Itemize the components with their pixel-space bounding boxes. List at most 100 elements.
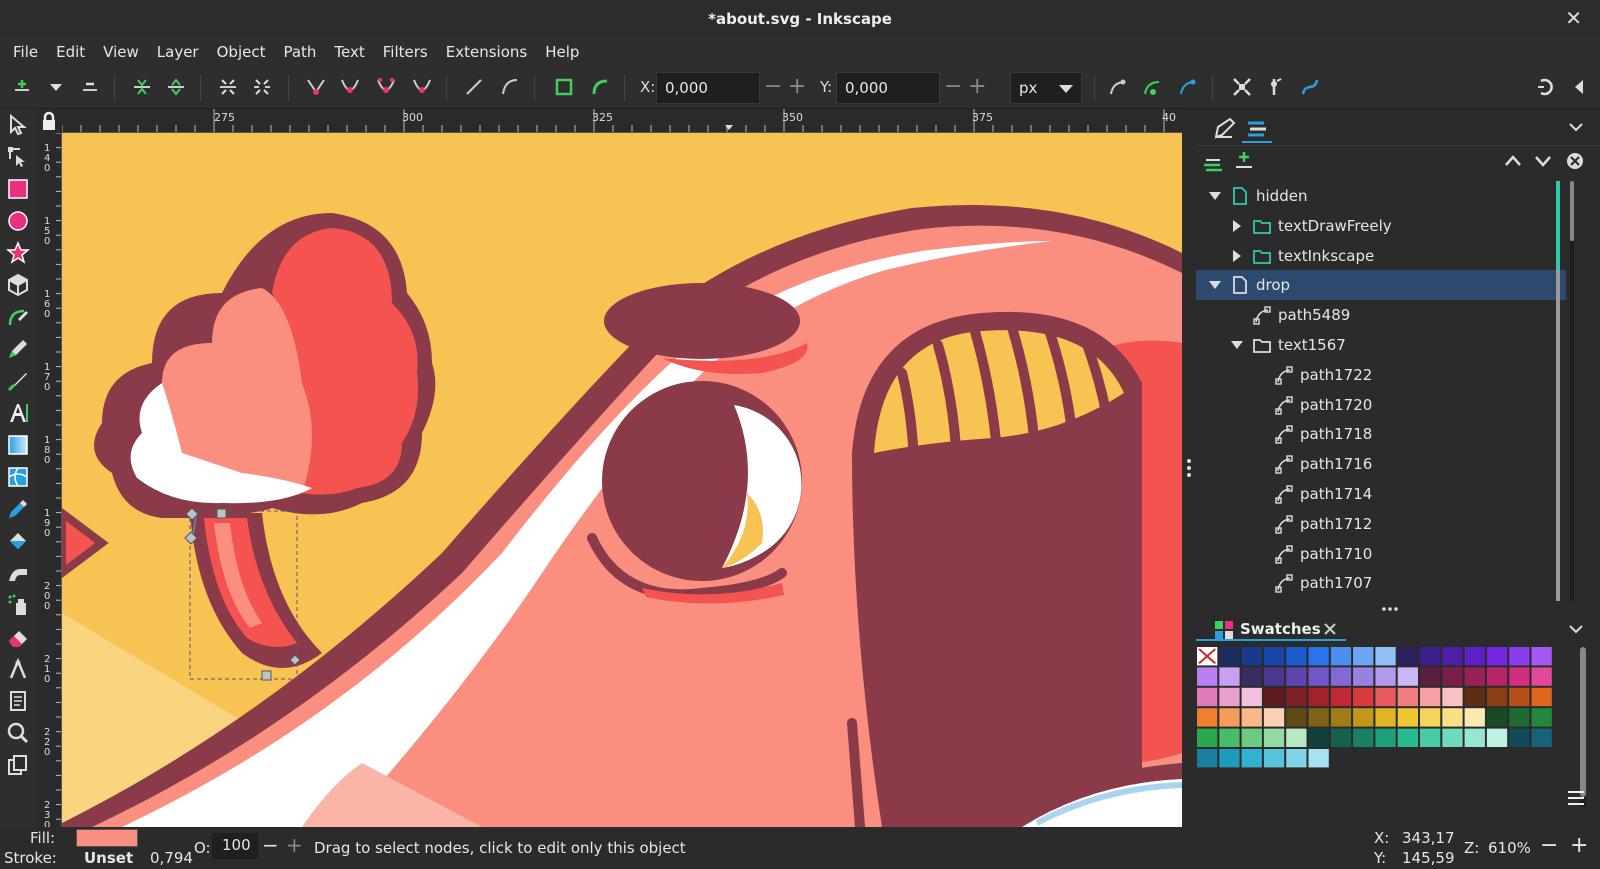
swatch[interactable]	[1375, 728, 1396, 747]
layer-row-textDrawFreely[interactable]: textDrawFreely	[1196, 211, 1566, 241]
3d-box-tool-icon[interactable]	[6, 273, 30, 297]
swatch[interactable]	[1353, 728, 1374, 747]
swatch[interactable]	[1420, 647, 1441, 666]
layer-row-path1714[interactable]: path1714	[1196, 479, 1566, 509]
ellipse-tool-icon[interactable]	[6, 209, 30, 233]
vertical-ruler[interactable]: 140150160170180190200210220230	[36, 133, 62, 827]
zoom-tool-icon[interactable]	[6, 721, 30, 745]
panel-resize-handle-icon[interactable]	[1380, 605, 1400, 613]
swatch[interactable]	[1420, 667, 1441, 686]
show-path-outline-icon[interactable]	[1176, 75, 1200, 99]
pencil-tool-icon[interactable]	[6, 337, 30, 361]
swatch[interactable]	[1442, 708, 1463, 727]
swatch[interactable]	[1263, 728, 1285, 747]
y-coordinate-input[interactable]: 0,000	[836, 72, 940, 104]
swatch[interactable]	[1241, 728, 1262, 747]
swatch[interactable]	[1197, 749, 1218, 768]
pen-tool-icon[interactable]	[6, 305, 30, 329]
menu-path[interactable]: Path	[274, 43, 325, 61]
swatch[interactable]	[1486, 728, 1508, 747]
text-tool-icon[interactable]	[6, 401, 30, 425]
tweak-tool-icon[interactable]	[6, 561, 30, 585]
stroke-to-path-icon[interactable]	[588, 75, 612, 99]
swatch[interactable]	[1464, 667, 1485, 686]
swatch[interactable]	[1397, 667, 1418, 686]
tab-swatches[interactable]: Swatches	[1196, 617, 1346, 641]
menu-text[interactable]: Text	[325, 43, 373, 61]
swatch[interactable]	[1420, 687, 1441, 707]
eraser-tool-icon[interactable]	[6, 625, 30, 649]
insert-node-icon[interactable]	[10, 75, 34, 99]
swatch[interactable]	[1509, 708, 1530, 727]
swatch[interactable]	[1219, 647, 1240, 666]
swatch[interactable]	[1486, 667, 1508, 686]
swatch[interactable]	[1464, 708, 1485, 727]
swatch[interactable]	[1375, 647, 1396, 666]
opacity-input[interactable]: 100	[212, 833, 258, 859]
swatch[interactable]	[1397, 708, 1418, 727]
menu-help[interactable]: Help	[536, 43, 588, 61]
collapse-toolbar-icon[interactable]	[1568, 75, 1592, 99]
swatch[interactable]	[1442, 687, 1463, 707]
canvas-lock[interactable]	[36, 109, 62, 133]
swatch[interactable]	[1509, 667, 1530, 686]
swatch[interactable]	[1509, 647, 1530, 666]
insert-node-dropdown-icon[interactable]	[44, 75, 68, 99]
stroke-width-value[interactable]: 0,794	[150, 849, 193, 867]
join-segment-icon[interactable]	[216, 75, 240, 99]
delete-node-icon[interactable]	[78, 75, 102, 99]
swatch[interactable]	[1397, 728, 1418, 747]
expand-down-icon[interactable]	[1230, 338, 1244, 352]
show-transform-handles-icon[interactable]	[1106, 75, 1130, 99]
tab-layers-objects[interactable]	[1242, 115, 1272, 143]
node-auto-smooth-icon[interactable]	[410, 75, 434, 99]
swatch[interactable]	[1286, 728, 1307, 747]
swatch[interactable]	[1263, 647, 1285, 666]
swatch[interactable]	[1197, 708, 1218, 727]
swatch[interactable]	[1219, 687, 1240, 707]
swatch[interactable]	[1330, 667, 1352, 686]
zoom-out-button[interactable]: −	[1540, 833, 1558, 858]
swatch[interactable]	[1308, 667, 1329, 686]
swatch[interactable]	[1308, 749, 1329, 768]
swatch[interactable]	[1531, 708, 1552, 727]
swatch[interactable]	[1509, 687, 1530, 707]
swatch[interactable]	[1286, 749, 1307, 768]
swatch[interactable]	[1263, 749, 1285, 768]
zoom-value[interactable]: 610%	[1488, 839, 1531, 857]
swatch[interactable]	[1263, 687, 1285, 707]
selector-tool-icon[interactable]	[6, 113, 30, 137]
mesh-tool-icon[interactable]	[6, 465, 30, 489]
swatch[interactable]	[1219, 728, 1240, 747]
swatch[interactable]	[1219, 749, 1240, 768]
swatch[interactable]	[1420, 708, 1441, 727]
calligraphy-tool-icon[interactable]	[6, 369, 30, 393]
layer-row-text1567[interactable]: text1567	[1196, 330, 1566, 360]
measure-tool-icon[interactable]	[6, 753, 30, 777]
layer-row-path1716[interactable]: path1716	[1196, 449, 1566, 479]
swatch[interactable]	[1464, 647, 1485, 666]
swatch[interactable]	[1531, 687, 1552, 707]
swatch[interactable]	[1308, 647, 1329, 666]
layer-row-path1707[interactable]: path1707	[1196, 568, 1566, 598]
swatch[interactable]	[1197, 728, 1218, 747]
swatch[interactable]	[1330, 708, 1352, 727]
y-increment-button[interactable]: +	[968, 76, 986, 98]
swatch[interactable]	[1375, 687, 1396, 707]
object-to-path-icon[interactable]	[552, 75, 576, 99]
layer-row-path5489[interactable]: path5489	[1196, 300, 1566, 330]
swatch[interactable]	[1263, 667, 1285, 686]
snap-toggle-icon[interactable]	[1534, 75, 1558, 99]
menu-view[interactable]: View	[94, 43, 148, 61]
add-layer-icon[interactable]	[1202, 151, 1226, 173]
unit-select[interactable]: px	[1010, 72, 1082, 104]
segment-line-icon[interactable]	[462, 75, 486, 99]
swatch[interactable]	[1353, 647, 1374, 666]
show-bezier-handles-icon[interactable]	[1140, 75, 1164, 99]
swatch[interactable]	[1486, 708, 1508, 727]
connector-tool-icon[interactable]	[6, 657, 30, 681]
swatch[interactable]	[1286, 667, 1307, 686]
swatch[interactable]	[1197, 667, 1218, 686]
opacity-increment-button[interactable]: +	[286, 833, 303, 857]
swatch[interactable]	[1420, 728, 1441, 747]
